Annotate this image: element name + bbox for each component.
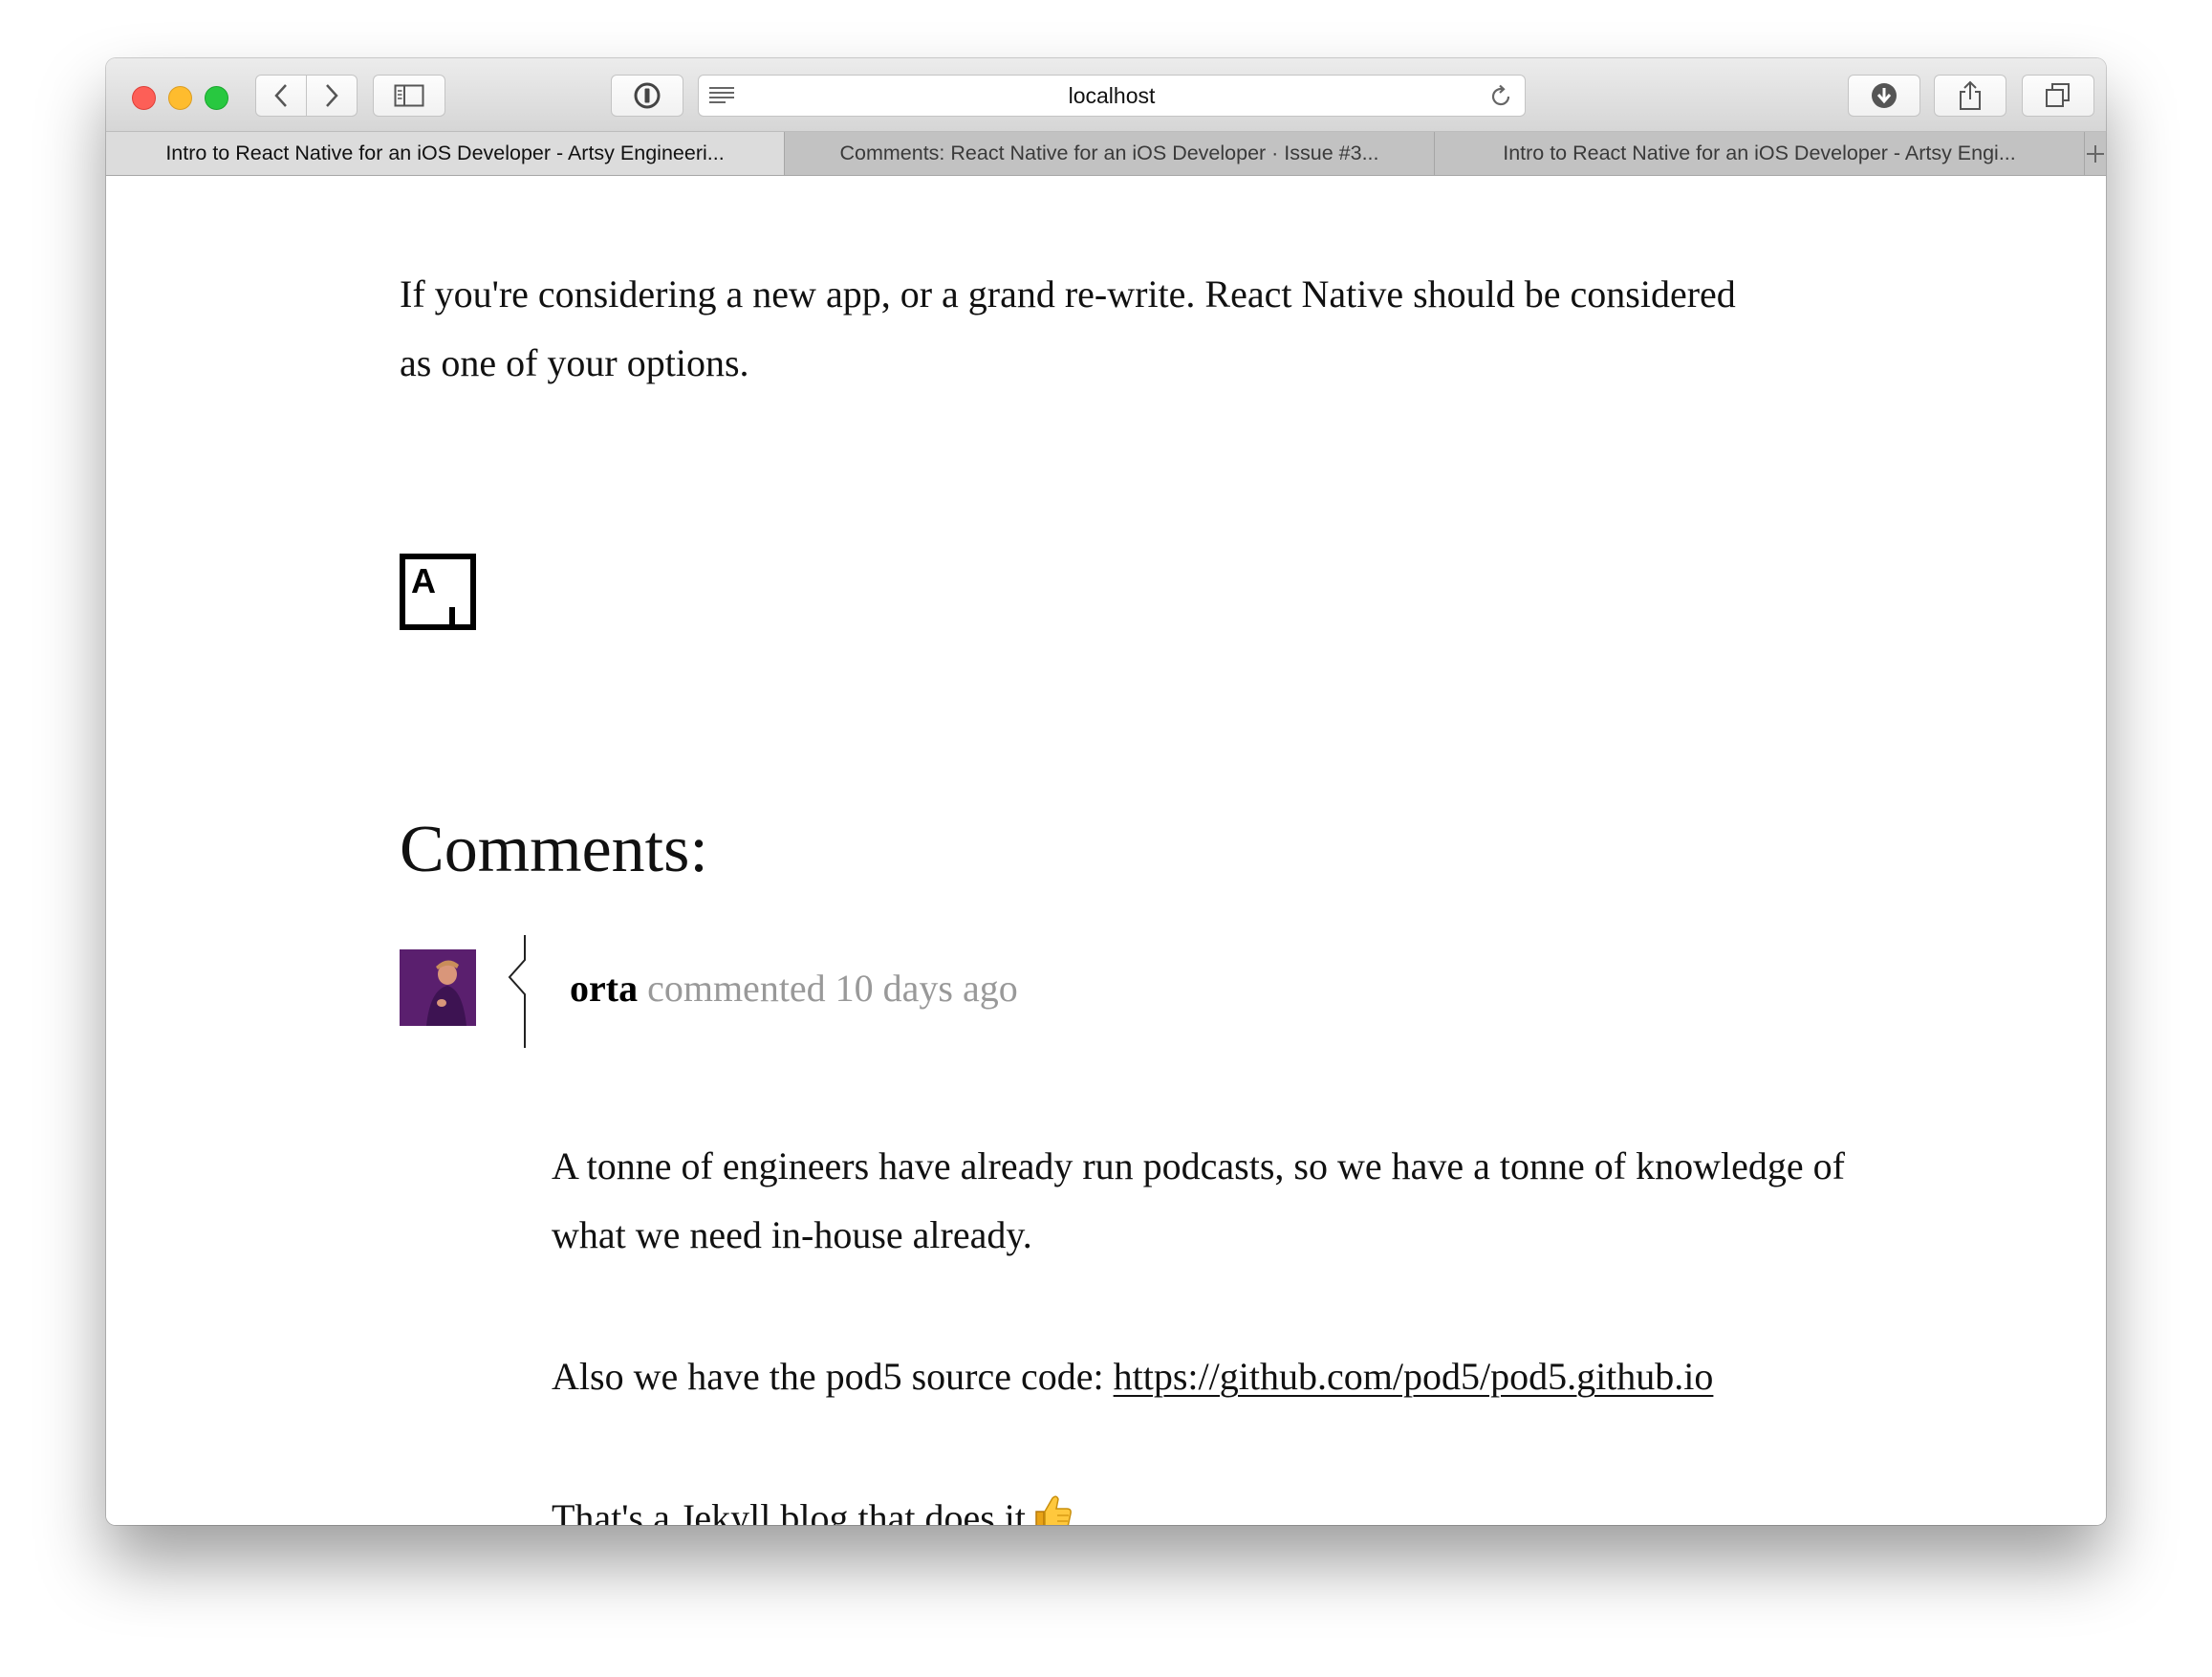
zoom-window-button[interactable] — [205, 86, 228, 110]
minimize-window-button[interactable] — [168, 86, 192, 110]
close-window-button[interactable] — [132, 86, 156, 110]
comment-author[interactable]: orta — [570, 967, 638, 1010]
plus-icon — [2087, 144, 2104, 163]
share-button[interactable] — [1934, 75, 2006, 117]
chevron-right-icon — [326, 84, 338, 107]
article-closing-paragraph: If you're considering a new app, or a gr… — [400, 272, 1736, 384]
url-text[interactable]: localhost — [699, 76, 1525, 116]
comment-paragraph: Also we have the pod5 source code: https… — [552, 1342, 1871, 1411]
tabs-overview-icon — [2046, 83, 2070, 107]
share-icon — [1960, 80, 1981, 110]
comment-header: orta commented 10 days ago — [570, 960, 1018, 1017]
forward-button[interactable] — [306, 75, 358, 117]
comment-text: Also we have the pod5 source code: — [552, 1355, 1114, 1398]
chevron-left-icon — [274, 84, 287, 107]
address-bar[interactable]: localhost — [698, 75, 1526, 117]
tab-intro-react-native[interactable]: Intro to React Native for an iOS Develop… — [106, 132, 785, 175]
sidebar-icon — [394, 84, 424, 107]
comment-timestamp[interactable]: commented 10 days ago — [647, 967, 1018, 1010]
new-tab-button[interactable] — [2085, 132, 2106, 175]
pod5-source-link[interactable]: https://github.com/pod5/pod5.github.io — [1114, 1355, 1714, 1398]
tab-intro-react-native-2[interactable]: Intro to React Native for an iOS Develop… — [1435, 132, 2085, 175]
comment-body: A tonne of engineers have already run po… — [552, 1132, 1871, 1525]
sidebar-toggle-button[interactable] — [373, 75, 445, 117]
artsy-logo-letter: A — [411, 561, 436, 600]
tab-bar: Intro to React Native for an iOS Develop… — [106, 132, 2106, 176]
comments-heading: Comments: — [400, 813, 708, 886]
comment-text: That's a Jekyll blog that does it — [552, 1496, 1027, 1525]
avatar-portrait-icon — [400, 949, 476, 1026]
password-manager-button[interactable] — [611, 75, 683, 117]
browser-toolbar: localhost — [106, 58, 2106, 132]
download-icon — [1872, 83, 1897, 108]
artsy-logo-icon[interactable]: A — [400, 554, 476, 630]
reload-icon[interactable] — [1488, 84, 1513, 109]
browser-window: localhost Intro to React Native for an i… — [106, 58, 2106, 1525]
password-manager-icon — [634, 82, 661, 109]
page-content: If you're considering a new app, or a gr… — [106, 176, 2106, 1525]
tab-comments-issue[interactable]: Comments: React Native for an iOS Develo… — [785, 132, 1435, 175]
show-all-tabs-button[interactable] — [2022, 75, 2094, 117]
comment-paragraph: That's a Jekyll blog that does it — [552, 1484, 1871, 1525]
comment-paragraph: A tonne of engineers have already run po… — [552, 1144, 1845, 1256]
back-button[interactable] — [255, 75, 307, 117]
avatar[interactable] — [400, 949, 476, 1026]
thumbs-up-icon — [1035, 1495, 1072, 1525]
downloads-button[interactable] — [1848, 75, 1920, 117]
